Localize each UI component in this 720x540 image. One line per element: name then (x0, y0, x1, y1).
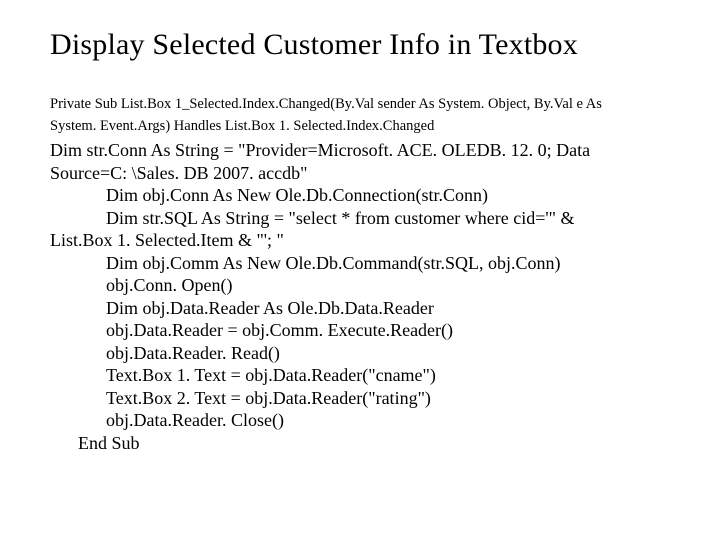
code-line: End Sub (50, 432, 670, 455)
code-signature-line-1: Private Sub List.Box 1_Selected.Index.Ch… (50, 96, 670, 114)
code-line: Dim str.Conn As String = "Provider=Micro… (50, 139, 670, 162)
code-body: Dim str.Conn As String = "Provider=Micro… (50, 139, 670, 454)
code-line: obj.Conn. Open() (50, 274, 670, 297)
code-line: obj.Data.Reader. Read() (50, 342, 670, 365)
code-line: Dim obj.Comm As New Ole.Db.Command(str.S… (50, 252, 670, 275)
slide: Display Selected Customer Info in Textbo… (0, 0, 720, 540)
code-line: obj.Data.Reader. Close() (50, 409, 670, 432)
code-line: Dim str.SQL As String = "select * from c… (50, 207, 670, 230)
code-line: Source=C: \Sales. DB 2007. accdb" (50, 162, 670, 185)
code-line: List.Box 1. Selected.Item & "'; " (50, 229, 670, 252)
code-line: Text.Box 2. Text = obj.Data.Reader("rati… (50, 387, 670, 410)
code-line: Dim obj.Conn As New Ole.Db.Connection(st… (50, 184, 670, 207)
code-line: obj.Data.Reader = obj.Comm. Execute.Read… (50, 319, 670, 342)
code-line: Dim obj.Data.Reader As Ole.Db.Data.Reade… (50, 297, 670, 320)
slide-title: Display Selected Customer Info in Textbo… (50, 28, 670, 62)
code-line: Text.Box 1. Text = obj.Data.Reader("cnam… (50, 364, 670, 387)
code-signature-line-2: System. Event.Args) Handles List.Box 1. … (50, 118, 670, 136)
